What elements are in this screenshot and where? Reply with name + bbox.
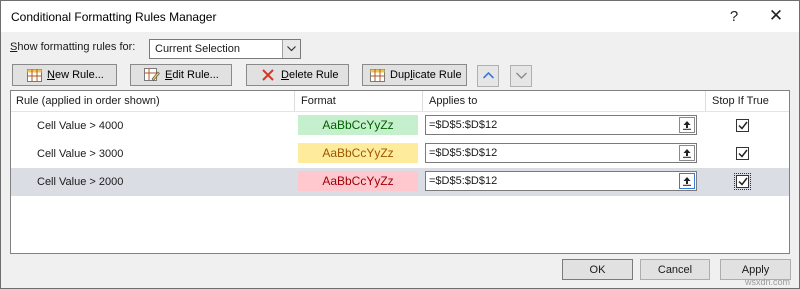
header-stop-if-true: Stop If True (712, 95, 769, 107)
rule-row-selected[interactable]: Cell Value > 2000 AaBbCcYyZz =$D$5:$D$12 (11, 168, 789, 196)
header-format: Format (301, 95, 336, 107)
close-icon: ✕ (768, 6, 784, 25)
new-rule-button[interactable]: New Rule... (12, 64, 117, 86)
arrow-down-icon (515, 70, 527, 82)
stop-if-true-checkbox[interactable] (734, 173, 751, 190)
format-preview: AaBbCcYyZz (298, 171, 418, 191)
rule-row[interactable]: Cell Value > 3000 AaBbCcYyZz =$D$5:$D$12 (11, 140, 789, 168)
help-button[interactable]: ? (717, 5, 751, 27)
show-rules-label: Show formatting rules for: (10, 41, 136, 53)
move-up-button[interactable] (477, 65, 499, 87)
rule-description: Cell Value > 3000 (37, 148, 124, 160)
collapse-range-icon[interactable] (679, 117, 695, 133)
scope-selected-value: Current Selection (155, 43, 240, 55)
rule-description: Cell Value > 4000 (37, 120, 124, 132)
applies-to-field[interactable]: =$D$5:$D$12 (425, 115, 697, 135)
header-applies-to: Applies to (429, 95, 478, 107)
watermark: wsxdn.com (745, 277, 791, 287)
scope-dropdown[interactable]: Current Selection (149, 39, 301, 59)
chevron-down-icon[interactable] (282, 40, 300, 58)
arrow-up-icon (482, 70, 494, 82)
format-preview: AaBbCcYyZz (298, 143, 418, 163)
edit-rule-button[interactable]: Edit Rule... (130, 64, 232, 86)
header-rule: Rule (applied in order shown) (16, 95, 160, 107)
edit-rule-icon (144, 68, 160, 82)
collapse-range-icon[interactable] (679, 145, 695, 161)
format-preview: AaBbCcYyZz (298, 115, 418, 135)
applies-to-field[interactable]: =$D$5:$D$12 (425, 143, 697, 163)
move-down-button[interactable] (510, 65, 532, 87)
rule-description: Cell Value > 2000 (37, 176, 124, 188)
applies-to-field[interactable]: =$D$5:$D$12 (425, 171, 697, 191)
duplicate-rule-icon (369, 68, 385, 82)
rule-row[interactable]: Cell Value > 4000 AaBbCcYyZz =$D$5:$D$12 (11, 112, 789, 140)
dialog-title: Conditional Formatting Rules Manager (11, 10, 217, 24)
rules-manager-dialog: Conditional Formatting Rules Manager ? ✕… (0, 0, 800, 289)
title-bar: Conditional Formatting Rules Manager ? ✕ (1, 1, 799, 32)
help-icon: ? (729, 7, 739, 25)
delete-rule-button[interactable]: Delete Rule (246, 64, 349, 86)
stop-if-true-checkbox[interactable] (736, 119, 749, 132)
cancel-button[interactable]: Cancel (640, 259, 710, 280)
table-header: Rule (applied in order shown) Format App… (11, 91, 789, 112)
collapse-range-icon[interactable] (679, 173, 695, 189)
close-button[interactable]: ✕ (759, 5, 793, 27)
stop-if-true-checkbox[interactable] (736, 147, 749, 160)
rules-table: Rule (applied in order shown) Format App… (10, 90, 790, 254)
delete-x-icon (260, 68, 276, 82)
new-rule-icon (26, 68, 42, 82)
duplicate-rule-button[interactable]: Dup l icate Rule (362, 64, 467, 86)
ok-button[interactable]: OK (562, 259, 633, 280)
